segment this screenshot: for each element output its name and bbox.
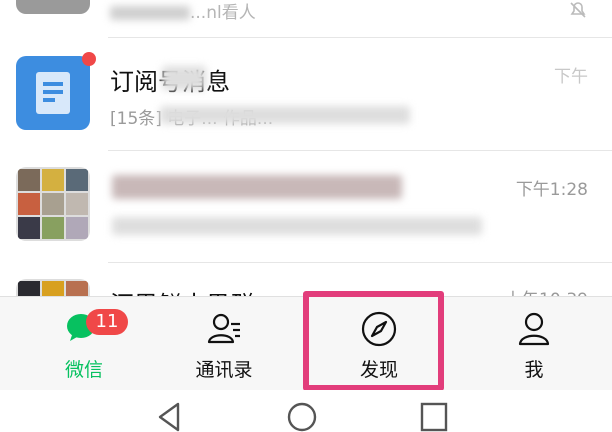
chat-time: 下午 bbox=[554, 67, 588, 87]
person-icon bbox=[518, 312, 550, 346]
highlight-box bbox=[303, 291, 444, 391]
avatar bbox=[16, 0, 90, 14]
tab-contacts[interactable]: 通讯录 bbox=[164, 297, 284, 391]
tab-chats[interactable]: 11 微信 bbox=[24, 297, 144, 391]
chat-row-top[interactable]: ...nl看人 bbox=[0, 0, 612, 32]
home-icon[interactable] bbox=[287, 402, 317, 432]
blurred-text bbox=[112, 175, 402, 199]
chat-row-group1[interactable]: 下午1:28 bbox=[0, 151, 612, 261]
blurred-text bbox=[110, 6, 190, 20]
chat-row-subscription[interactable]: 订阅号消息 [15条] 电子... 作品... 下午 bbox=[0, 38, 612, 148]
tab-label: 我 bbox=[524, 359, 544, 381]
tab-label: 通讯录 bbox=[195, 359, 253, 381]
blurred-text bbox=[112, 217, 482, 235]
unread-badge: 11 bbox=[86, 309, 128, 335]
mute-bell-icon bbox=[570, 2, 586, 18]
chat-preview: ...nl看人 bbox=[190, 3, 256, 23]
tab-me[interactable]: 我 bbox=[474, 297, 594, 391]
chat-time: 下午1:28 bbox=[515, 180, 588, 200]
back-icon[interactable] bbox=[156, 402, 182, 432]
chat-list: ...nl看人 订阅号消息 [15条] 电子... 作品... 下午 bbox=[0, 0, 612, 296]
tab-label: 微信 bbox=[64, 359, 103, 381]
blurred-text bbox=[162, 66, 206, 90]
chat-title: 沉思鲜水果群 bbox=[110, 285, 254, 296]
system-nav-bar bbox=[0, 390, 612, 432]
group-avatar bbox=[16, 279, 90, 296]
contacts-icon bbox=[207, 313, 240, 344]
recents-icon[interactable] bbox=[420, 402, 448, 432]
unread-dot bbox=[82, 52, 96, 66]
group-avatar bbox=[16, 167, 90, 241]
chat-time: 上午10:39 bbox=[505, 285, 588, 296]
blurred-text bbox=[160, 106, 410, 124]
subscription-avatar bbox=[16, 56, 90, 130]
